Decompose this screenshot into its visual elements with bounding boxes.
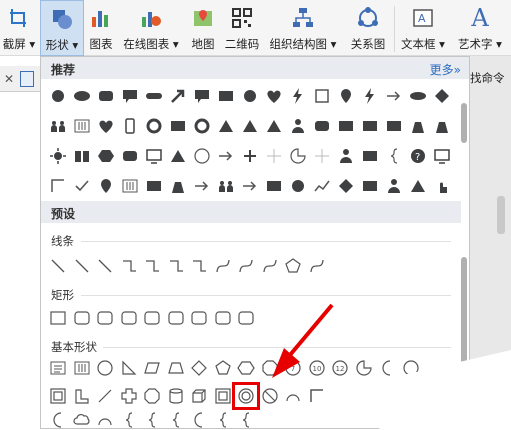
white-wedge xyxy=(330,350,511,429)
red-arrow-annotation xyxy=(272,303,511,429)
arrow-shaft xyxy=(288,303,334,357)
arrow-head xyxy=(272,348,300,378)
